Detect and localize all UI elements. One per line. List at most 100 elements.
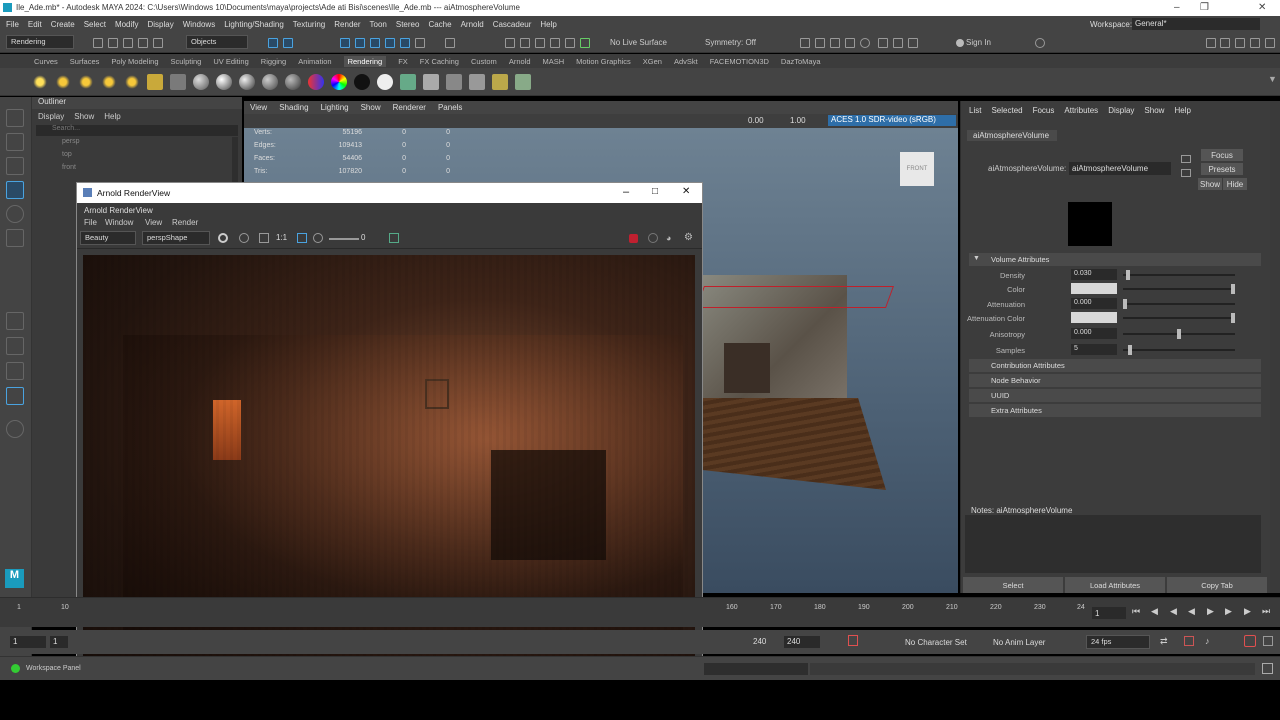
menu-cache[interactable]: Cache — [428, 20, 451, 29]
play-forward-icon[interactable]: ▶ — [1207, 606, 1214, 617]
toggle-tool-settings-icon[interactable] — [830, 38, 840, 48]
fit-frame-icon[interactable] — [297, 233, 307, 243]
preferences-icon[interactable] — [1244, 635, 1256, 647]
history-icon[interactable] — [505, 38, 515, 48]
outliner-layout-icon[interactable] — [6, 387, 24, 405]
restore-icon[interactable]: ❐ — [1200, 2, 1209, 13]
workspace-select[interactable]: General* — [1132, 18, 1260, 30]
debug-icon[interactable]: ◕ — [666, 233, 671, 243]
minimize-icon[interactable]: – — [1174, 2, 1180, 13]
color-wheel-icon[interactable] — [331, 73, 347, 90]
user-icon[interactable] — [956, 39, 964, 47]
ratio-label[interactable]: 1:1 — [276, 233, 287, 242]
section-extra-attributes[interactable]: Extra Attributes — [969, 404, 1261, 417]
menu-modify[interactable]: Modify — [115, 20, 139, 29]
black-shader-icon[interactable] — [354, 73, 370, 90]
shelf-tab-custom[interactable]: Custom — [471, 57, 497, 66]
shelf-tab-animation[interactable]: Animation — [298, 57, 331, 66]
arnold-close-icon[interactable]: ✕ — [682, 186, 690, 197]
anim-layer-select[interactable]: No Anim Layer — [993, 638, 1045, 647]
attr-menu-show[interactable]: Show — [1144, 106, 1164, 115]
range-end-field[interactable]: 240 — [784, 636, 820, 648]
stop-render-icon[interactable] — [629, 234, 638, 243]
outliner-item-persp[interactable]: persp — [32, 138, 242, 151]
point-light-icon[interactable] — [32, 73, 48, 90]
snap-grid-icon[interactable] — [355, 38, 365, 48]
volume-light-icon[interactable] — [124, 73, 140, 90]
step-forward-key-icon[interactable]: ▶ — [1244, 606, 1251, 617]
density-slider-handle[interactable] — [1126, 270, 1131, 280]
shelf-tab-xgen[interactable]: XGen — [643, 57, 662, 66]
layout-persp-icon[interactable] — [1250, 38, 1260, 48]
phong-icon[interactable] — [239, 73, 255, 90]
undo-icon[interactable] — [138, 38, 148, 48]
shelf-tab-mash[interactable]: MASH — [543, 57, 565, 66]
snapshot-icon[interactable] — [389, 233, 399, 243]
refresh-render-icon[interactable] — [218, 233, 228, 243]
viewport-menu-shading[interactable]: Shading — [279, 103, 308, 112]
step-back-key-icon[interactable]: ◀ — [1151, 606, 1158, 617]
surface-shader-icon[interactable] — [262, 73, 278, 90]
outliner-search-input[interactable]: Search... — [36, 125, 238, 136]
exposure-field[interactable]: 0.00 — [748, 116, 764, 125]
copy-tab-button[interactable]: Copy Tab — [1167, 577, 1267, 593]
ipr-render-icon[interactable] — [550, 38, 560, 48]
menu-texturing[interactable]: Texturing — [293, 20, 325, 29]
layout-outliner-icon[interactable] — [1235, 38, 1245, 48]
volume-expand-icon[interactable]: ▼ — [973, 255, 980, 262]
outliner-menu-help[interactable]: Help — [104, 112, 120, 121]
shelf-tab-facemotion3d[interactable]: FACEMOTION3D — [710, 57, 769, 66]
shelf-tab-daztomaya[interactable]: DazToMaya — [781, 57, 821, 66]
hide-button[interactable]: Hide — [1223, 178, 1247, 190]
help-icon[interactable] — [1035, 38, 1045, 48]
attr-menu-help[interactable]: Help — [1174, 106, 1190, 115]
notes-textarea[interactable] — [965, 515, 1261, 573]
select-by-hierarchy-icon[interactable] — [268, 38, 278, 48]
construction-history-icon[interactable] — [520, 38, 530, 48]
toggle-modeling-toolkit-icon[interactable] — [800, 38, 810, 48]
live-surface-label[interactable]: No Live Surface — [610, 38, 667, 47]
attr-menu-list[interactable]: List — [969, 106, 981, 115]
shelf-tab-arnold[interactable]: Arnold — [509, 57, 531, 66]
shelf-tab-motion-graphics[interactable]: Motion Graphics — [576, 57, 631, 66]
samples-slider-handle[interactable] — [1128, 345, 1133, 355]
directional-light-icon[interactable] — [55, 73, 71, 90]
step-back-frame-icon[interactable]: ◀ — [1170, 606, 1177, 617]
attenuation-field[interactable]: 0.000 — [1071, 298, 1117, 309]
show-button[interactable]: Show — [1198, 178, 1222, 190]
ipr-icon[interactable] — [423, 73, 439, 90]
menu-toon[interactable]: Toon — [370, 20, 387, 29]
range-end-inner[interactable]: 240 — [750, 636, 778, 648]
viewport-menu-panels[interactable]: Panels — [438, 103, 462, 112]
menu-create[interactable]: Create — [51, 20, 75, 29]
settings-gear-icon[interactable]: ⚙ — [684, 232, 693, 243]
four-view-layout-icon[interactable] — [6, 337, 24, 355]
anim-prefs-icon[interactable] — [1263, 636, 1273, 646]
go-to-end-icon[interactable]: ⏭ — [1262, 606, 1270, 617]
viewport-menu-show[interactable]: Show — [361, 103, 381, 112]
arnold-maximize-icon[interactable]: □ — [652, 186, 658, 197]
open-scene-icon[interactable] — [108, 38, 118, 48]
snap-curve-icon[interactable] — [370, 38, 380, 48]
snap-surface-icon[interactable] — [415, 38, 425, 48]
render-settings-icon[interactable] — [565, 38, 575, 48]
select-by-object-icon[interactable] — [283, 38, 293, 48]
sign-in-button[interactable]: Sign In — [966, 38, 991, 47]
section-volume-attributes[interactable]: Volume Attributes — [969, 253, 1261, 266]
step-forward-frame-icon[interactable]: ▶ — [1225, 606, 1232, 617]
outliner-item-top[interactable]: top — [32, 151, 242, 164]
lasso-tool-icon[interactable] — [6, 133, 24, 151]
move-tool-icon[interactable] — [6, 181, 24, 199]
shelf-tab-poly-modeling[interactable]: Poly Modeling — [111, 57, 158, 66]
section-uuid[interactable]: UUID — [969, 389, 1261, 402]
viewport-menu-view[interactable]: View — [250, 103, 267, 112]
exposure-icon[interactable] — [313, 233, 323, 243]
viewport-menu-renderer[interactable]: Renderer — [393, 103, 426, 112]
close-icon[interactable]: ✕ — [1258, 2, 1266, 13]
samples-field[interactable]: 5 — [1071, 344, 1117, 355]
lambert-icon[interactable] — [193, 73, 209, 90]
ambient-light-icon[interactable] — [147, 73, 163, 90]
shelf-tab-fx[interactable]: FX — [398, 57, 408, 66]
arnold-menu-file[interactable]: File — [84, 218, 97, 227]
layout-single-icon[interactable] — [1206, 38, 1216, 48]
